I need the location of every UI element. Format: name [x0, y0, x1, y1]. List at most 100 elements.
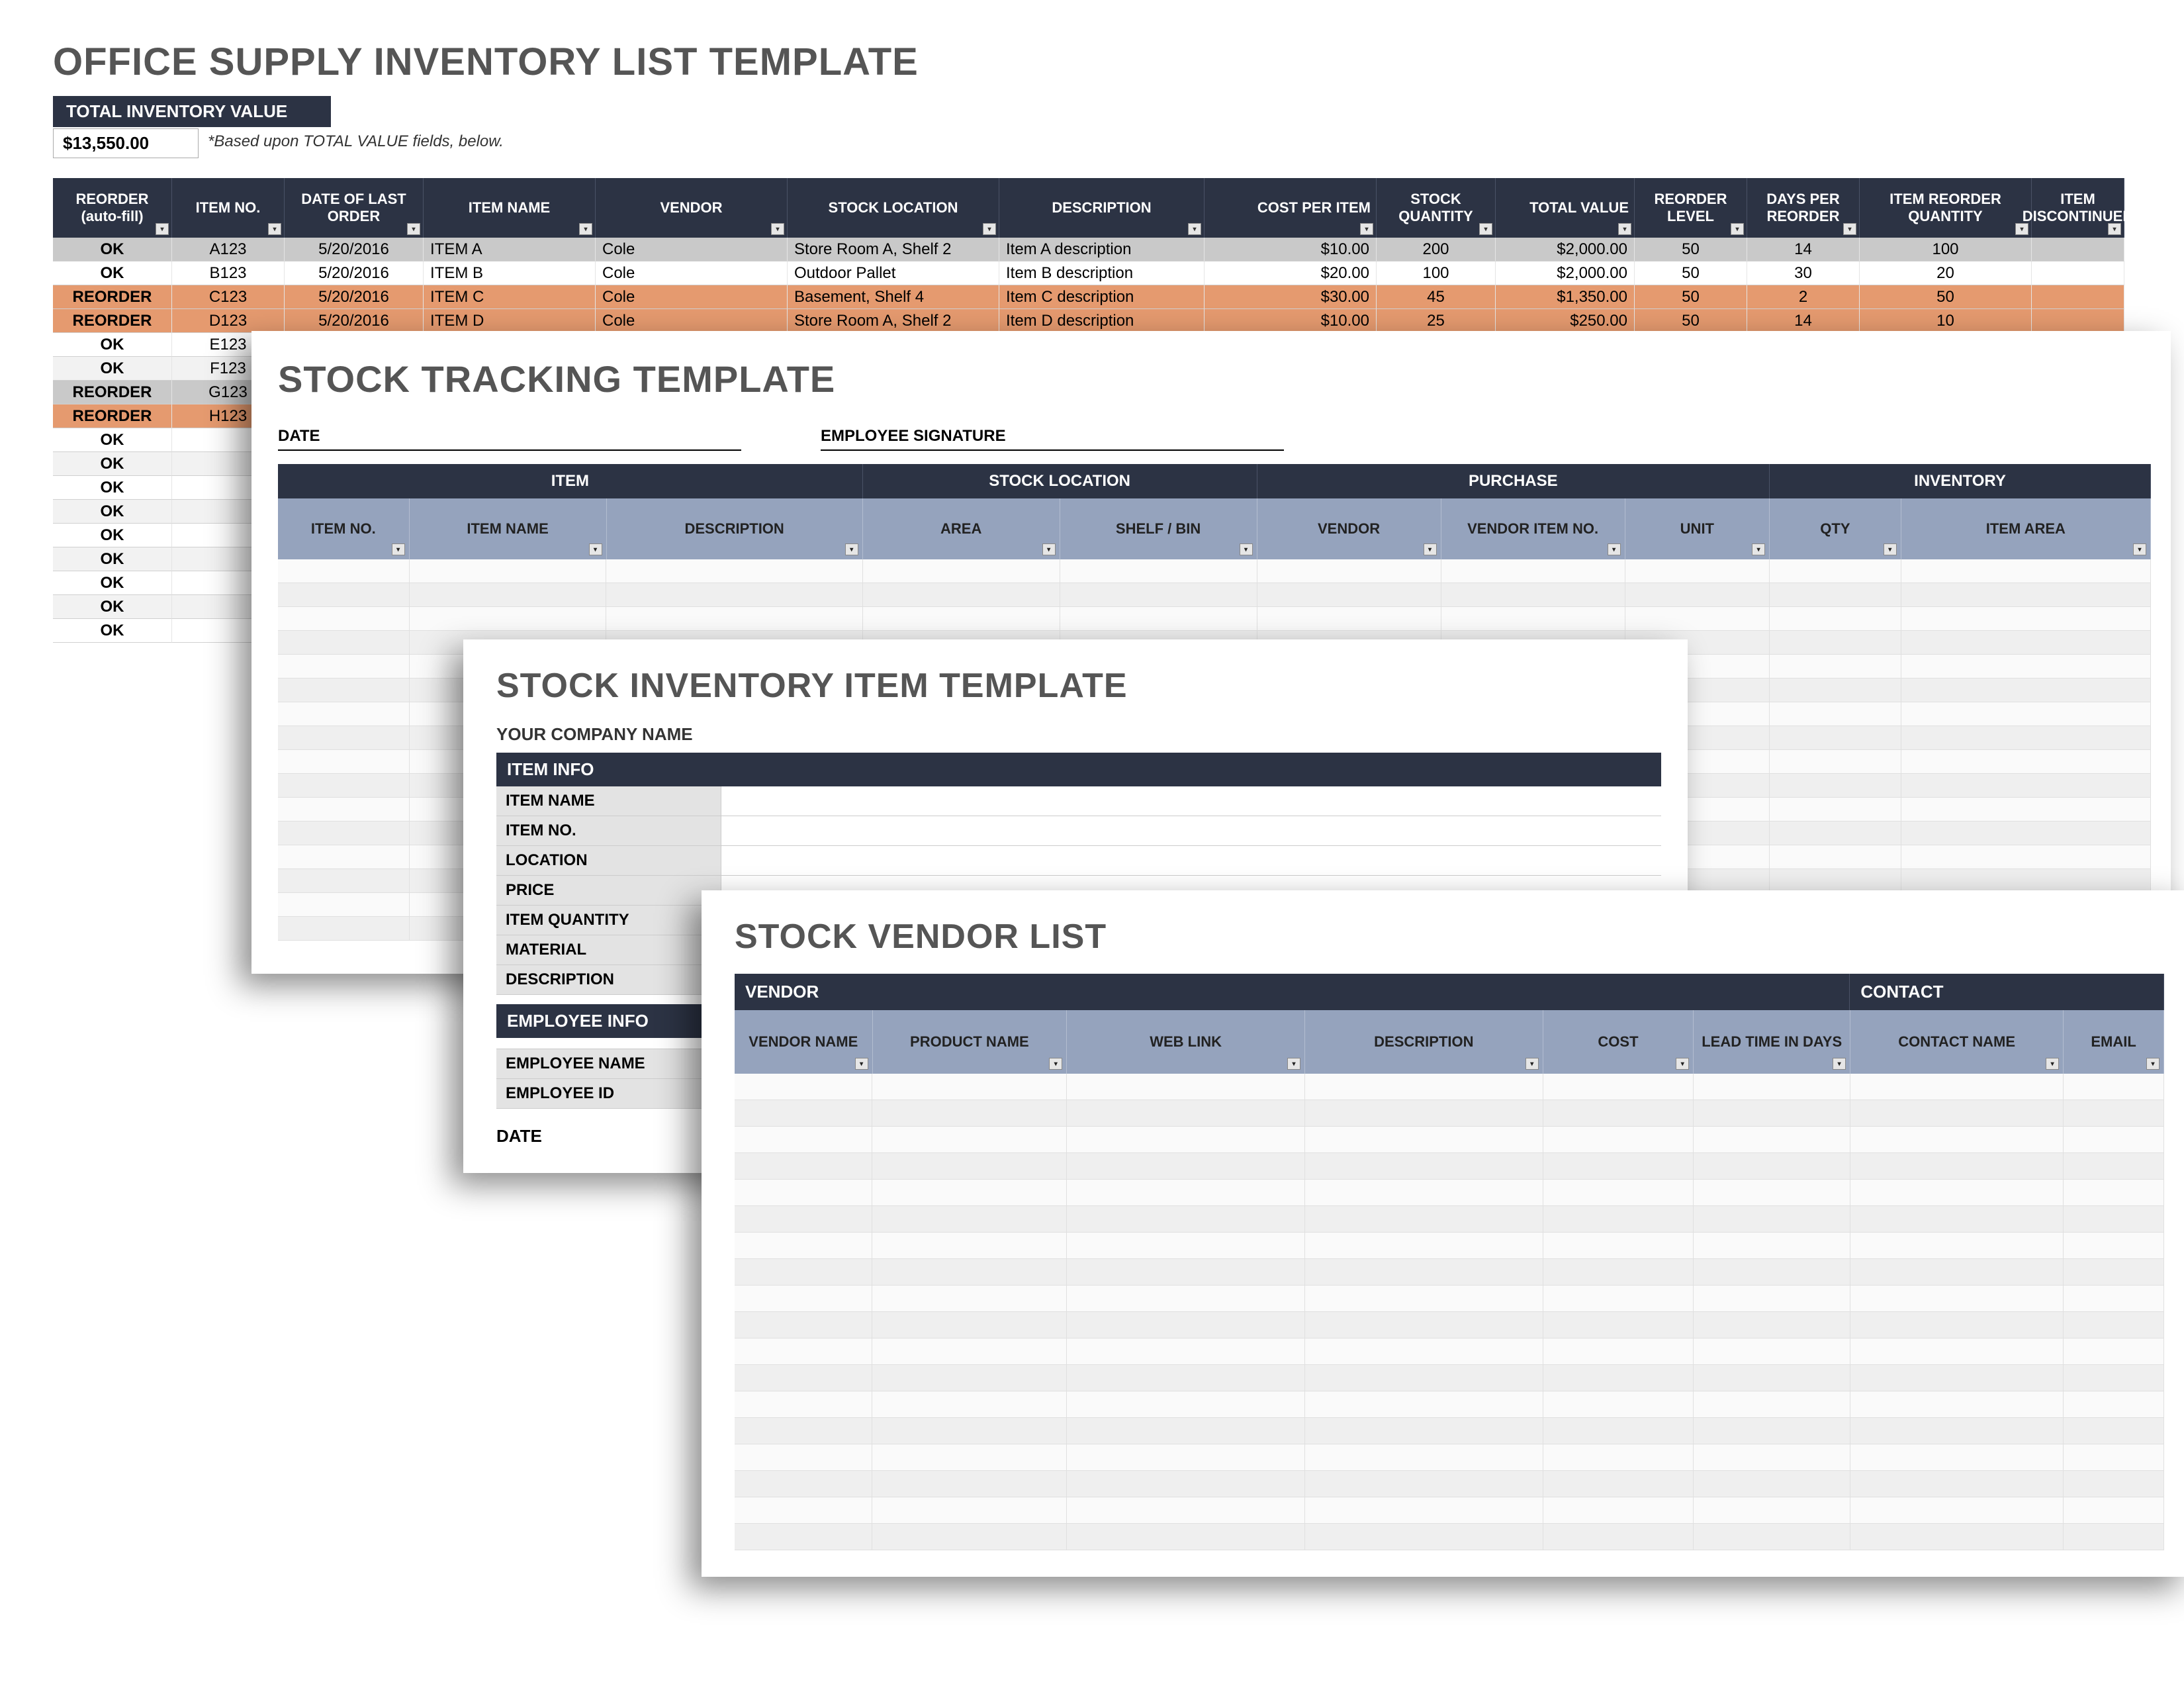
cell[interactable]	[2032, 261, 2124, 285]
table-row[interactable]: REORDERC1235/20/2016ITEM CColeBasement, …	[53, 285, 2171, 309]
cell[interactable]	[1850, 1074, 2064, 1100]
cell[interactable]	[1305, 1100, 1543, 1127]
cell[interactable]	[1305, 1286, 1543, 1312]
cell[interactable]	[1850, 1391, 2064, 1418]
kv-value[interactable]	[721, 786, 1661, 816]
cell[interactable]	[278, 726, 410, 750]
cell[interactable]	[1901, 821, 2151, 845]
filter-dropdown-icon[interactable]: ▾	[589, 543, 602, 555]
cell[interactable]	[1694, 1233, 1850, 1259]
filter-dropdown-icon[interactable]: ▾	[392, 543, 405, 555]
cell[interactable]	[1067, 1259, 1305, 1286]
cell[interactable]	[410, 607, 607, 631]
sub-header[interactable]: DESCRIPTION▾	[607, 498, 863, 559]
cell[interactable]	[1257, 607, 1441, 631]
filter-dropdown-icon[interactable]: ▾	[156, 223, 169, 235]
cell[interactable]: 100	[1377, 261, 1496, 285]
cell[interactable]: Cole	[596, 261, 788, 285]
cell[interactable]: 25	[1377, 309, 1496, 333]
cell[interactable]: 100	[1860, 238, 2032, 261]
sub-header[interactable]: VENDOR NAME▾	[735, 1010, 873, 1074]
filter-dropdown-icon[interactable]: ▾	[1424, 543, 1437, 555]
filter-dropdown-icon[interactable]: ▾	[771, 223, 784, 235]
cell[interactable]	[278, 679, 410, 702]
cell[interactable]	[1543, 1391, 1694, 1418]
col-header[interactable]: DATE OF LAST ORDER▾	[285, 178, 424, 238]
cell[interactable]	[1441, 607, 1625, 631]
cell[interactable]: 5/20/2016	[285, 285, 424, 309]
filter-dropdown-icon[interactable]: ▾	[1360, 223, 1373, 235]
cell[interactable]: 10	[1860, 309, 2032, 333]
col-header[interactable]: DAYS PER REORDER▾	[1747, 178, 1860, 238]
cell[interactable]: 45	[1377, 285, 1496, 309]
cell[interactable]	[2064, 1497, 2164, 1524]
cell[interactable]	[735, 1418, 872, 1444]
cell[interactable]	[1543, 1127, 1694, 1153]
cell[interactable]	[1625, 583, 1770, 607]
cell[interactable]	[1305, 1497, 1543, 1524]
cell[interactable]	[735, 1206, 872, 1233]
cell[interactable]: A123	[172, 238, 285, 261]
cell[interactable]: 2	[1747, 285, 1860, 309]
cell[interactable]: REORDER	[53, 309, 172, 333]
cell[interactable]: OK	[53, 357, 172, 381]
cell[interactable]	[1694, 1127, 1850, 1153]
filter-dropdown-icon[interactable]: ▾	[855, 1058, 868, 1070]
cell[interactable]: Basement, Shelf 4	[788, 285, 999, 309]
cell[interactable]	[1067, 1100, 1305, 1127]
col-header[interactable]: ITEM DISCONTINUED▾	[2032, 178, 2124, 238]
cell[interactable]	[278, 798, 410, 821]
cell[interactable]	[872, 1471, 1067, 1497]
cell[interactable]	[1770, 821, 1901, 845]
cell[interactable]	[1305, 1365, 1543, 1391]
cell[interactable]	[606, 559, 862, 583]
table-row[interactable]	[735, 1286, 2164, 1312]
cell[interactable]	[1543, 1338, 1694, 1365]
sub-header[interactable]: EMAIL▾	[2064, 1010, 2164, 1074]
cell[interactable]	[2064, 1180, 2164, 1206]
cell[interactable]: REORDER	[53, 404, 172, 428]
cell[interactable]	[1060, 583, 1257, 607]
col-header[interactable]: TOTAL VALUE▾	[1496, 178, 1635, 238]
cell[interactable]	[1901, 750, 2151, 774]
cell[interactable]: $2,000.00	[1496, 238, 1635, 261]
employee-signature-field[interactable]: EMPLOYEE SIGNATURE	[821, 427, 1284, 451]
cell[interactable]	[1770, 845, 1901, 869]
cell[interactable]	[1543, 1312, 1694, 1338]
kv-value[interactable]	[721, 816, 1661, 845]
cell[interactable]	[735, 1497, 872, 1524]
cell[interactable]	[1901, 798, 2151, 821]
table-row[interactable]	[278, 583, 2151, 607]
cell[interactable]	[863, 559, 1060, 583]
filter-dropdown-icon[interactable]: ▾	[579, 223, 592, 235]
filter-dropdown-icon[interactable]: ▾	[1240, 543, 1253, 555]
filter-dropdown-icon[interactable]: ▾	[407, 223, 420, 235]
cell[interactable]: 5/20/2016	[285, 261, 424, 285]
cell[interactable]	[1543, 1365, 1694, 1391]
cell[interactable]	[1067, 1471, 1305, 1497]
sub-header[interactable]: CONTACT NAME▾	[1850, 1010, 2064, 1074]
cell[interactable]	[1901, 845, 2151, 869]
cell[interactable]	[735, 1365, 872, 1391]
col-header[interactable]: REORDER (auto-fill)▾	[53, 178, 172, 238]
cell[interactable]	[1850, 1153, 2064, 1180]
cell[interactable]	[1060, 559, 1257, 583]
table-row[interactable]	[735, 1365, 2164, 1391]
table-row[interactable]	[735, 1259, 2164, 1286]
filter-dropdown-icon[interactable]: ▾	[2108, 223, 2121, 235]
cell[interactable]	[1067, 1127, 1305, 1153]
cell[interactable]	[1694, 1286, 1850, 1312]
col-header[interactable]: DESCRIPTION▾	[999, 178, 1205, 238]
sub-header[interactable]: UNIT▾	[1625, 498, 1770, 559]
cell[interactable]	[735, 1074, 872, 1100]
cell[interactable]	[1694, 1100, 1850, 1127]
sub-header[interactable]: COST▾	[1543, 1010, 1694, 1074]
cell[interactable]	[1543, 1497, 1694, 1524]
sub-header[interactable]: WEB LINK▾	[1067, 1010, 1305, 1074]
cell[interactable]	[1060, 607, 1257, 631]
cell[interactable]	[872, 1286, 1067, 1312]
cell[interactable]	[1257, 583, 1441, 607]
cell[interactable]	[872, 1418, 1067, 1444]
cell[interactable]	[735, 1338, 872, 1365]
cell[interactable]	[1770, 607, 1901, 631]
